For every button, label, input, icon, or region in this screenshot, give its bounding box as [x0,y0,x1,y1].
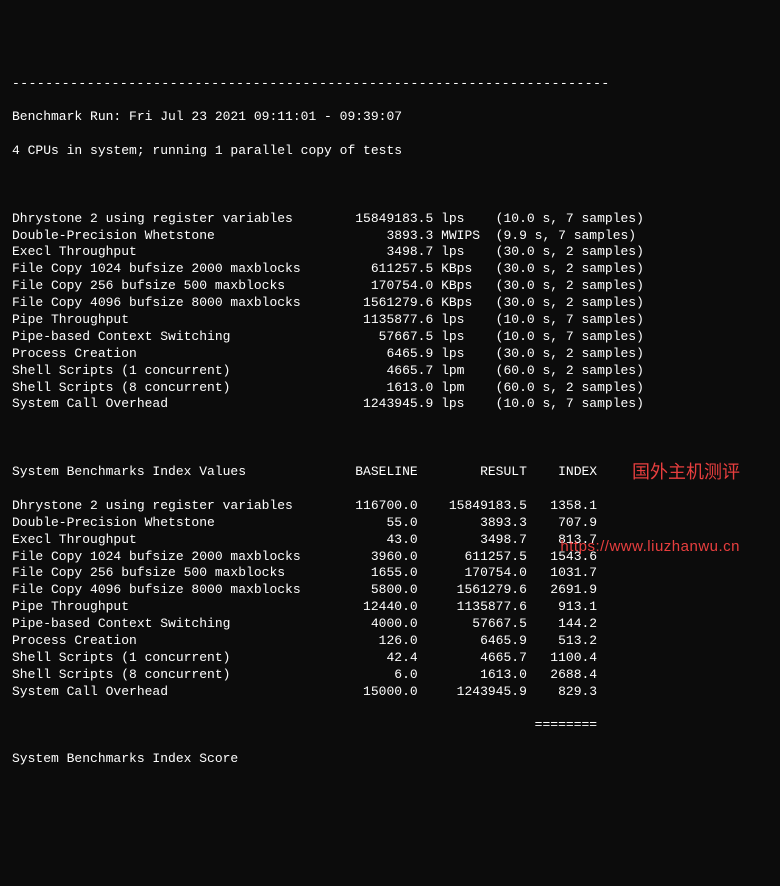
result-row: Pipe-based Context Switching 57667.5 lps… [12,329,768,346]
index-row: Dhrystone 2 using register variables 116… [12,498,768,515]
blank-line [12,177,768,194]
index-header-line: System Benchmarks Index Values BASELINE … [12,464,768,481]
score-line: System Benchmarks Index Score [12,751,768,768]
divider-top: ----------------------------------------… [12,76,768,93]
result-row: Process Creation 6465.9 lps (30.0 s, 2 s… [12,346,768,363]
benchmark-run-line: Benchmark Run: Fri Jul 23 2021 09:11:01 … [12,109,768,126]
index-block: Dhrystone 2 using register variables 116… [12,498,768,701]
index-row: Execl Throughput 43.0 3498.7 813.7 [12,532,768,549]
result-row: File Copy 4096 bufsize 8000 maxblocks 15… [12,295,768,312]
results-block: Dhrystone 2 using register variables 158… [12,211,768,414]
result-row: File Copy 256 bufsize 500 maxblocks 1707… [12,278,768,295]
index-row: File Copy 256 bufsize 500 maxblocks 1655… [12,565,768,582]
cpu-info-line: 4 CPUs in system; running 1 parallel cop… [12,143,768,160]
index-row: File Copy 4096 bufsize 8000 maxblocks 58… [12,582,768,599]
result-row: Dhrystone 2 using register variables 158… [12,211,768,228]
index-row: Shell Scripts (1 concurrent) 42.4 4665.7… [12,650,768,667]
result-row: System Call Overhead 1243945.9 lps (10.0… [12,396,768,413]
divider-mid: ======== [12,717,768,734]
index-row: Double-Precision Whetstone 55.0 3893.3 7… [12,515,768,532]
index-row: Shell Scripts (8 concurrent) 6.0 1613.0 … [12,667,768,684]
index-row: System Call Overhead 15000.0 1243945.9 8… [12,684,768,701]
result-row: File Copy 1024 bufsize 2000 maxblocks 61… [12,261,768,278]
result-row: Pipe Throughput 1135877.6 lps (10.0 s, 7… [12,312,768,329]
result-row: Execl Throughput 3498.7 lps (30.0 s, 2 s… [12,244,768,261]
index-row: File Copy 1024 bufsize 2000 maxblocks 39… [12,549,768,566]
result-row: Shell Scripts (8 concurrent) 1613.0 lpm … [12,380,768,397]
result-row: Double-Precision Whetstone 3893.3 MWIPS … [12,228,768,245]
blank-line-2 [12,430,768,447]
index-row: Process Creation 126.0 6465.9 513.2 [12,633,768,650]
result-row: Shell Scripts (1 concurrent) 4665.7 lpm … [12,363,768,380]
index-row: Pipe-based Context Switching 4000.0 5766… [12,616,768,633]
